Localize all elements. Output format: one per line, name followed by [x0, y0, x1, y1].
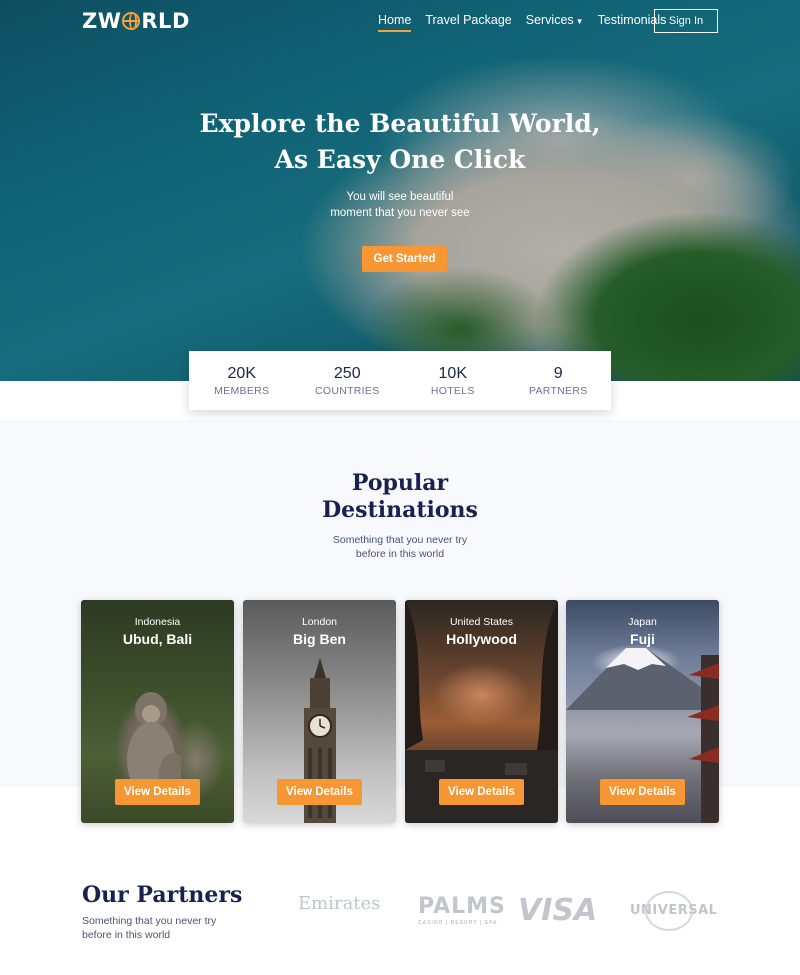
stat-label: MEMBERS — [214, 385, 270, 397]
sign-in-button[interactable]: Sign In — [654, 9, 718, 33]
partner-logo-universal: UNIVERSAL — [630, 903, 718, 918]
logo-text-right: RLD — [141, 9, 190, 33]
nav-item-travel-package[interactable]: Travel Package — [425, 13, 511, 27]
popular-subtitle-line2: before in this world — [355, 548, 445, 560]
get-started-button[interactable]: Get Started — [362, 246, 447, 272]
stat-countries: 250 COUNTRIES — [295, 351, 401, 410]
partner-logo-visa: VISA — [518, 893, 598, 928]
partner-palms-tagline: CASINO | RESORT | SPA — [418, 920, 498, 926]
card-city: Big Ben — [293, 631, 346, 647]
popular-title-line2: Destinations — [322, 497, 478, 523]
hero-subtitle-line1: You will see beautiful — [346, 191, 454, 203]
hero-title: Explore the Beautiful World, As Easy One… — [0, 106, 800, 178]
stat-value: 250 — [333, 365, 361, 382]
view-details-button[interactable]: View Details — [600, 779, 685, 805]
card-city: Fuji — [630, 631, 655, 647]
hero-subtitle-line2: moment that you never see — [330, 207, 470, 219]
globe-icon — [122, 12, 141, 30]
stat-value: 10K — [438, 365, 467, 382]
popular-title: Popular Destinations — [0, 470, 800, 524]
stat-members: 20K MEMBERS — [189, 351, 295, 410]
nav-item-services[interactable]: Services ▼ — [526, 13, 584, 27]
stat-label: PARTNERS — [528, 385, 588, 397]
popular-subtitle-line1: Something that you never try — [332, 534, 468, 546]
card-country: London — [301, 616, 338, 628]
logo[interactable]: ZW RLD — [82, 9, 190, 33]
chevron-down-icon: ▼ — [575, 17, 584, 26]
partner-logo-emirates: Emirates — [298, 893, 381, 914]
destination-card-ubud[interactable]: Indonesia Ubud, Bali View Details — [81, 600, 234, 823]
stats-bar: 20K MEMBERS 250 COUNTRIES 10K HOTELS 9 P… — [189, 351, 611, 410]
card-country: Indonesia — [134, 616, 181, 628]
popular-subtitle: Something that you never try before in t… — [0, 533, 800, 561]
partners-subtitle-line2: before in this world — [82, 929, 171, 941]
hero-title-line1: Explore the Beautiful World, — [199, 109, 601, 138]
partners-subtitle-line1: Something that you never try — [82, 915, 217, 927]
view-details-button[interactable]: View Details — [115, 779, 200, 805]
card-country: United States — [449, 616, 514, 628]
card-country: Japan — [628, 616, 657, 628]
nav-item-home[interactable]: Home — [378, 13, 412, 32]
card-city: Hollywood — [446, 631, 517, 647]
stat-partners: 9 PARTNERS — [506, 351, 612, 410]
card-city: Ubud, Bali — [122, 631, 193, 647]
partners-subtitle: Something that you never try before in t… — [82, 914, 216, 942]
nav-item-services-label: Services — [525, 13, 574, 27]
hero-title-line2: As Easy One Click — [274, 145, 526, 174]
logo-text-left: ZW — [82, 9, 122, 33]
stat-label: HOTELS — [430, 385, 475, 397]
stat-label: COUNTRIES — [314, 385, 380, 397]
pagoda-image — [687, 655, 719, 823]
destination-card-hollywood[interactable]: United States Hollywood View Details — [405, 600, 558, 823]
destination-card-fuji[interactable]: Japan Fuji View Details — [566, 600, 719, 823]
popular-title-line1: Popular — [351, 470, 449, 496]
view-details-button[interactable]: View Details — [439, 779, 524, 805]
view-details-button[interactable]: View Details — [277, 779, 362, 805]
partner-logo-palms: PALMS CASINO | RESORT | SPA — [418, 894, 506, 927]
hero-subtitle: You will see beautiful moment that you n… — [0, 189, 800, 221]
stat-value: 9 — [553, 365, 563, 382]
partners-title: Our Partners — [82, 882, 243, 908]
partner-palms-name: PALMS — [418, 894, 506, 919]
stat-hotels: 10K HOTELS — [400, 351, 506, 410]
destination-card-big-ben[interactable]: London Big Ben View Details — [243, 600, 396, 823]
stat-value: 20K — [227, 365, 256, 382]
main-nav: Home Travel Package Services ▼ Testimonia… — [378, 13, 666, 32]
